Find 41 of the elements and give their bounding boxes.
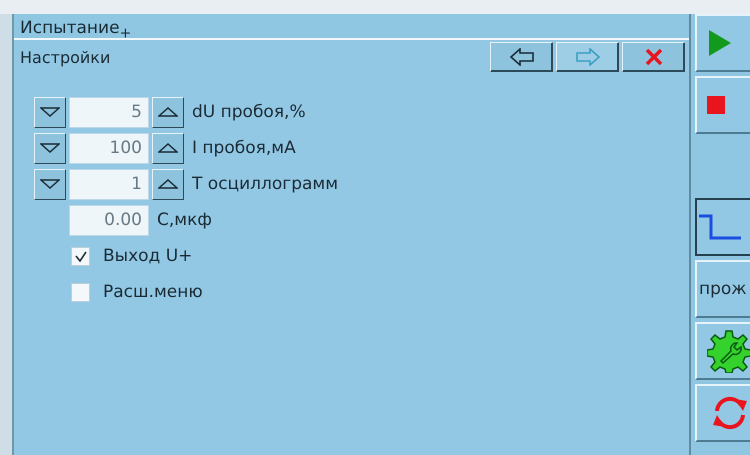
gear-wrench-icon [707,329,750,373]
checkmark-icon [74,249,88,263]
close-button[interactable] [622,42,685,72]
waveform-button[interactable] [695,198,750,256]
checkbox[interactable] [71,282,90,302]
checkbox[interactable] [71,246,90,266]
refresh-button[interactable] [695,384,750,442]
field-label: T осциллограмм [192,174,338,194]
down-triangle-icon [40,179,60,189]
window-title: Испытание$_{+}$ [19,17,132,38]
field-label: I пробоя,мА [192,138,296,158]
number-field[interactable]: 100 [69,132,149,164]
back-button[interactable] [490,42,553,72]
field-label: С,мкф [157,210,212,230]
play-button[interactable] [695,14,750,72]
decrement-button[interactable] [34,168,66,200]
decrement-button[interactable] [34,132,66,164]
play-icon [707,28,733,58]
side-button[interactable]: прож [695,260,750,318]
increment-button[interactable] [152,96,184,128]
field-label: dU пробоя,% [192,102,306,122]
increment-button[interactable] [152,132,184,164]
up-triangle-icon [158,179,178,189]
close-icon [644,48,664,66]
checkbox-label: Расш.меню [103,282,203,302]
down-triangle-icon [40,107,60,117]
panel-title: Настройки [20,48,110,66]
up-triangle-icon [158,143,178,153]
decrement-button[interactable] [34,96,66,128]
settings-button[interactable] [695,322,750,380]
up-triangle-icon [158,107,178,117]
checkbox-label: Выход U+ [103,246,192,266]
down-triangle-icon [40,143,60,153]
stop-button[interactable] [695,76,750,134]
left-arrow-icon [508,48,534,66]
capacitance-field[interactable]: 0.00 [69,204,149,236]
number-field[interactable]: 1 [69,168,149,200]
number-field[interactable]: 5 [69,96,149,128]
stop-icon [707,96,725,114]
right-arrow-icon [574,48,600,66]
increment-button[interactable] [152,168,184,200]
